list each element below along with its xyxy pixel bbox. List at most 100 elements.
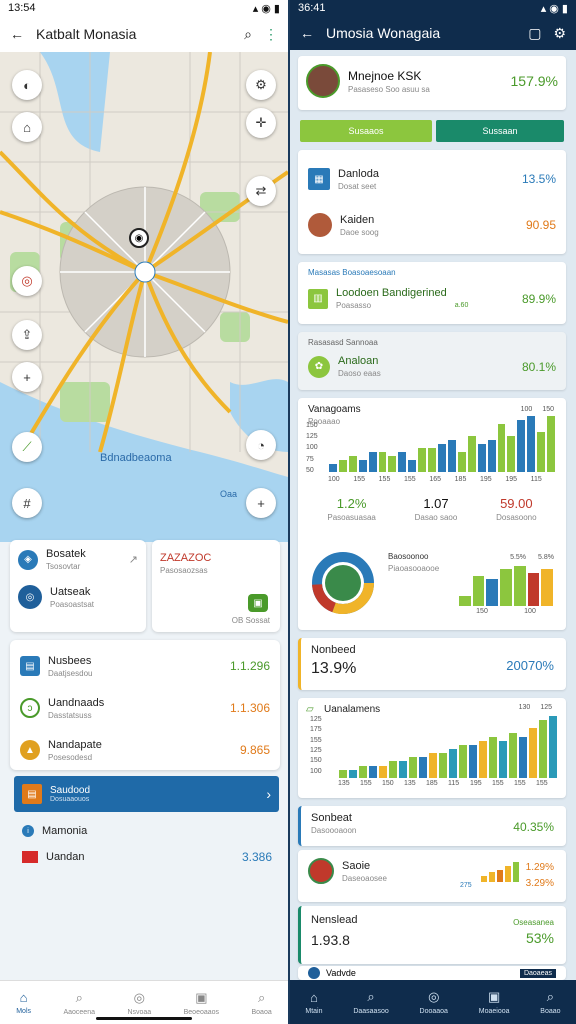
entry-title: Kaiden: [340, 213, 375, 226]
app-bar: ← Katbalt Monasia ⌕ ⋮: [0, 16, 288, 52]
nav-item-explore[interactable]: ◎ Nsvoaa: [127, 990, 151, 1016]
store-icon: ▤: [20, 656, 40, 676]
chart-tick: 155: [514, 780, 526, 787]
chart-bar: [388, 456, 397, 472]
map-button-settings[interactable]: ⚙: [246, 70, 276, 100]
nav-label: Nsvoaa: [127, 1008, 152, 1016]
chart-bar: [379, 765, 387, 778]
list-item[interactable]: ↄ Uandnaads Dasstatsuss 1.1.306: [20, 686, 270, 730]
map-button-add[interactable]: +: [246, 488, 276, 518]
chart-title: Vanagoams: [308, 404, 361, 415]
chart-tick: 125: [310, 747, 322, 754]
donut-title: Baosoonoo: [388, 552, 429, 561]
section-value: 80.1%: [521, 359, 556, 374]
back-icon[interactable]: ←: [300, 25, 314, 41]
metric-card[interactable]: Nonbeed 13.9% 20070%: [298, 638, 566, 690]
list-item-sub: Posesodesd: [48, 752, 93, 762]
more-icon[interactable]: ⋮: [264, 26, 278, 43]
compass-icon: ◎: [428, 989, 440, 1004]
chevron-right-icon[interactable]: ›: [266, 786, 271, 802]
nav-item-home[interactable]: ⌂ Mols: [16, 990, 31, 1015]
external-link-icon[interactable]: ↗: [129, 553, 138, 566]
chart-bar: [509, 732, 517, 778]
nav-item-home[interactable]: ⌂ Mtain: [305, 990, 322, 1015]
badge-icon: ◎: [18, 585, 42, 609]
back-icon[interactable]: ←: [10, 26, 24, 42]
chart-bar: [438, 444, 446, 472]
map-button-grid[interactable]: #: [12, 488, 42, 518]
chart-bar: [447, 440, 456, 472]
nav-item-search[interactable]: ⌕ Aaoceena: [63, 990, 95, 1016]
highlight-sub: Dosuaaouos: [50, 796, 90, 803]
page-title: Umosia Wonagaia: [326, 25, 441, 41]
chart-bar: [472, 576, 485, 606]
profile-card[interactable]: Mnejnoe KSK Pasaseso Soo asuu sa 157.9%: [298, 56, 566, 110]
chart-bar: [339, 769, 347, 778]
right-screen: 36:41 ▴ ◉ ▮ ← Umosia Wonagaia ▢ ⚙ Mnejno…: [290, 0, 576, 1024]
quick-item[interactable]: ◎ Uatseak Poasoastsat: [18, 585, 138, 609]
chart-tick: 100: [520, 406, 533, 413]
chart-bar: [500, 569, 512, 606]
chart-top-right: 100 150: [521, 406, 554, 413]
chart-tick: 195: [470, 780, 482, 787]
search-icon[interactable]: ⌕: [244, 26, 252, 43]
section-card[interactable]: Rasasasd Sannoaa ✿ Analoan Daoso eaas 80…: [298, 332, 566, 390]
search-icon: ⌕: [546, 989, 555, 1004]
chart-tick: 125: [540, 704, 552, 711]
footer-card[interactable]: Vadvde Daoaeas: [298, 966, 566, 980]
chart-label: 5.8%: [538, 554, 554, 561]
mini-bar-labels: 5.5% 5.8%: [510, 554, 554, 561]
nav-item-profile[interactable]: ⌕ Boaao: [540, 989, 560, 1015]
chart-bar: [389, 761, 397, 778]
primary-button[interactable]: Sussaan: [436, 120, 564, 142]
metric-tag: 275: [460, 882, 472, 889]
list-card: ▤ Nusbees Daatjsesdou 1.1.296 ↄ Uandnaad…: [10, 640, 280, 770]
chart-tick: 115: [448, 780, 460, 787]
map-view[interactable]: ◉ ◐ ⌂ ◎ ⇪ + ⟋ # ⚙ ✛ ⇄ ◔ + Bdnadbeaoma Oa…: [0, 52, 288, 542]
settings-icon[interactable]: ⚙: [553, 25, 566, 42]
map-button-compass[interactable]: ⟋: [12, 432, 42, 462]
map-button-zoom-in[interactable]: +: [12, 362, 42, 392]
map-button-layers[interactable]: ◎: [12, 266, 42, 296]
section-value: 89.9%: [521, 291, 556, 306]
list-item[interactable]: i Mamonia: [22, 822, 272, 840]
map-button-share[interactable]: ⇪: [12, 320, 42, 350]
list-item[interactable]: ▲ Nandapate Posesodesd 9.865: [20, 730, 270, 770]
entry-row[interactable]: Kaiden Daoe soog 90.95: [308, 202, 556, 248]
map-button-photo[interactable]: ◐: [12, 70, 42, 100]
highlight-row[interactable]: ▤ Saudood Dosuaaouos ›: [14, 776, 279, 812]
quick-card-right[interactable]: ZAZAZOC Pasosaozsas ▣ OB Sossat: [152, 540, 280, 632]
metric-value: 1.93.8: [311, 932, 350, 948]
chart-tick: 100: [306, 444, 318, 452]
chart-card: Uanalamens 130 125 ▱ 125 175 155 125 150 100 …: [298, 698, 566, 798]
map-button-route[interactable]: ⇄: [246, 176, 276, 206]
chart-bar: [459, 744, 467, 778]
nav-item-saved[interactable]: ▣ Beoeoaaos: [184, 990, 219, 1016]
section-card[interactable]: Masasas Boasoaesoaan ▥ Loodoen Bandigeri…: [298, 262, 566, 324]
entry-row[interactable]: ▦ Danloda Dosat seet 13.5%: [308, 156, 556, 202]
notification-icon[interactable]: ▢: [528, 25, 541, 42]
metric-card[interactable]: Nenslead 1.93.8 Oseasanea 53%: [298, 906, 566, 964]
gift-icon[interactable]: ▣: [248, 594, 268, 612]
map-pin[interactable]: ◉: [129, 228, 149, 248]
nav-item-saved[interactable]: ▣ Moaeiooa: [479, 989, 510, 1015]
chart-tick: 130: [518, 704, 531, 711]
nav-label: Mtain: [305, 1007, 323, 1015]
list-item-value: 1.1.306: [229, 701, 270, 715]
metric-right: 20070%: [506, 658, 554, 673]
map-button-home[interactable]: ⌂: [12, 112, 42, 142]
list-item[interactable]: ▤ Nusbees Daatjsesdou 1.1.296: [20, 646, 270, 686]
map-button-locate[interactable]: ✛: [246, 108, 276, 138]
map-button-camera[interactable]: ◔: [246, 430, 276, 460]
quick-item[interactable]: ◈ Bosatek Tsosovtar ↗: [18, 548, 138, 571]
nav-item-search[interactable]: ⌕ Daasaasoo: [353, 989, 388, 1015]
quick-card-left[interactable]: ◈ Bosatek Tsosovtar ↗ ◎ Uatseak Poasoast…: [10, 540, 146, 632]
nav-item-explore[interactable]: ◎ Dooaaoa: [420, 989, 448, 1015]
metric-card[interactable]: Sonbeat Dasoooaoon 40.35%: [298, 806, 566, 846]
list-item-sub: Dasstatsuss: [48, 710, 92, 720]
list-item[interactable]: Uandan 3.386: [22, 848, 272, 866]
nav-item-profile[interactable]: ⌕ Boaoa: [252, 990, 272, 1016]
metric-card[interactable]: Saoie Daseoaosee 275 1.29% 3.29%: [298, 850, 566, 902]
chart-bar: [418, 448, 427, 472]
secondary-button[interactable]: Susaaos: [300, 120, 432, 142]
